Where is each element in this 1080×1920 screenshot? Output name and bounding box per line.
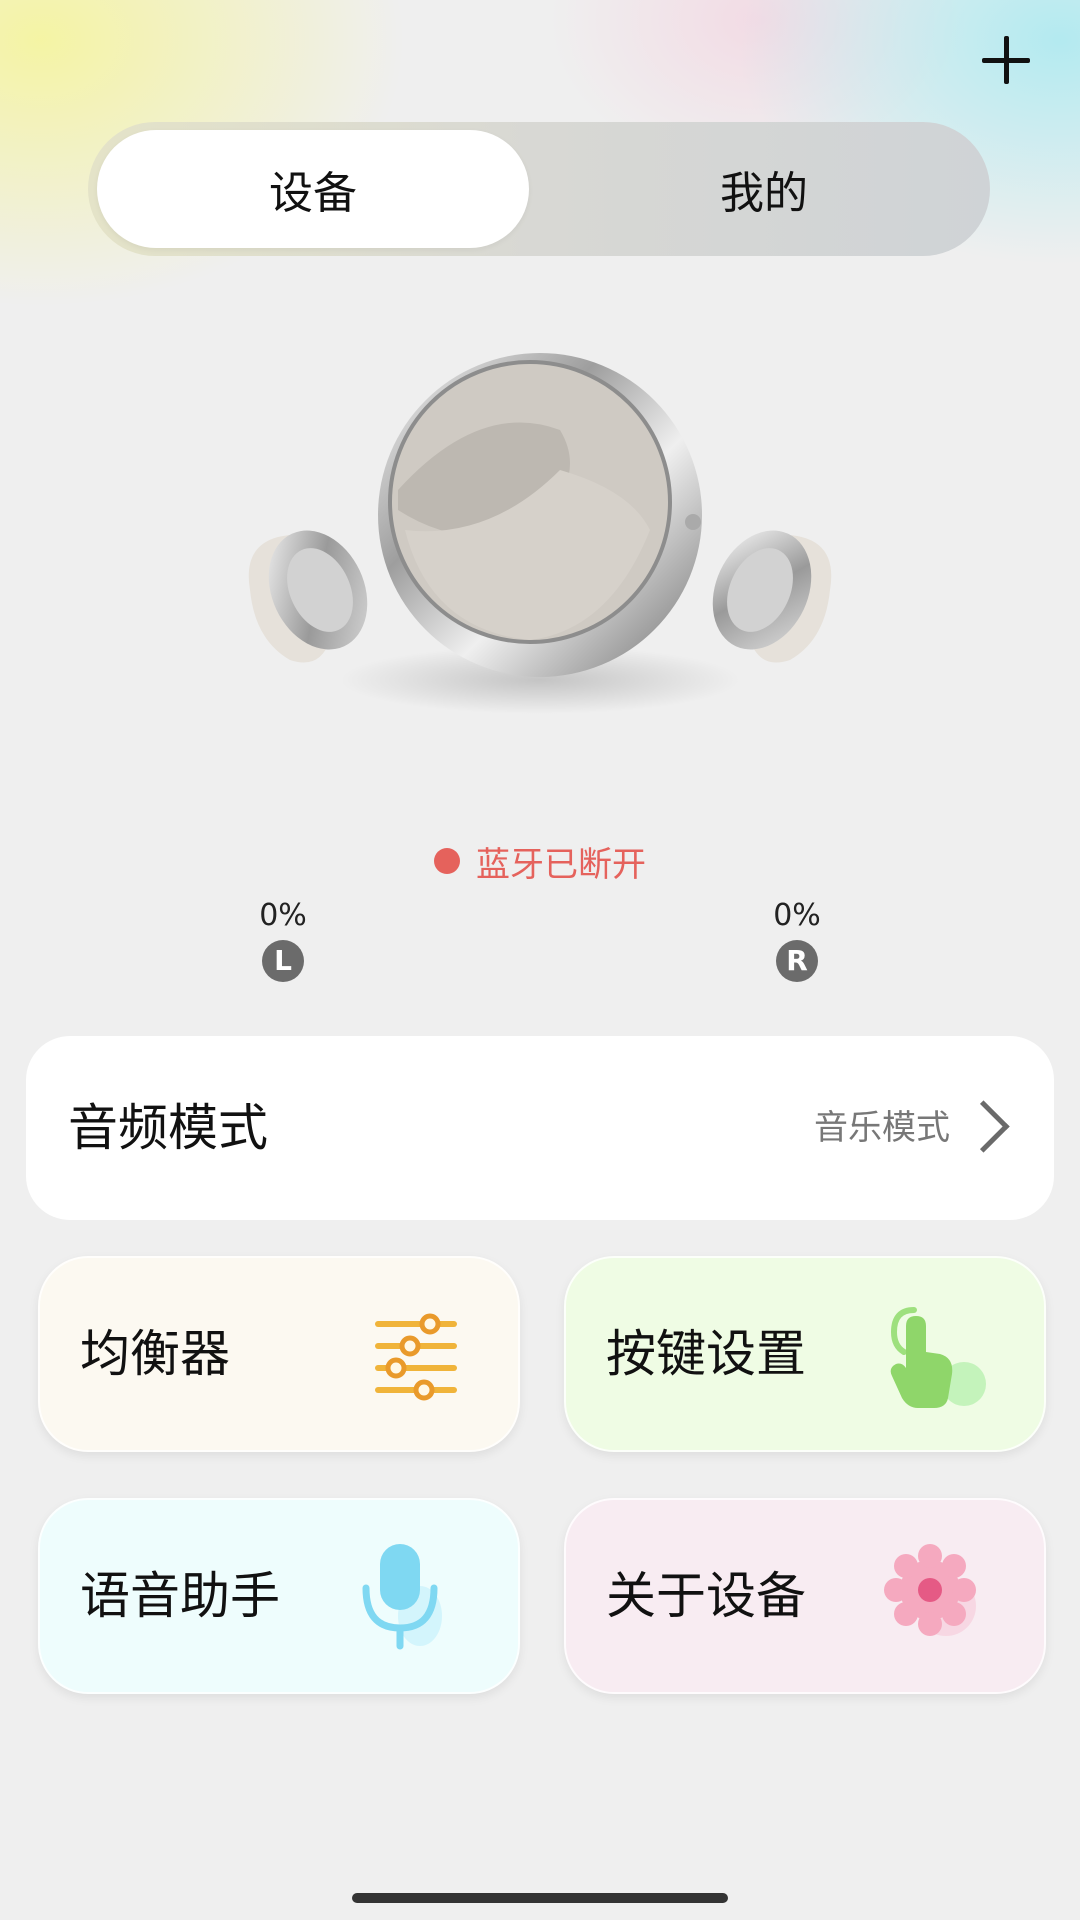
left-earbud-badge: L	[262, 940, 304, 982]
voice-assistant-label: 语音助手	[80, 1567, 280, 1625]
audio-mode-label: 音频模式	[68, 1099, 268, 1157]
earbuds-product-image	[248, 353, 832, 714]
right-battery: 0% R	[737, 896, 857, 982]
bluetooth-status-text: 蓝牙已断开	[476, 844, 646, 885]
audio-mode-row[interactable]: 音频模式 音乐模式	[26, 1036, 1054, 1220]
key-settings-button[interactable]: 按键设置	[564, 1256, 1046, 1452]
status-dot-icon	[434, 848, 460, 874]
equalizer-label: 均衡器	[80, 1325, 230, 1383]
left-battery: 0% L	[223, 896, 343, 982]
audio-mode-value: 音乐模式	[814, 1108, 950, 1148]
home-indicator[interactable]	[352, 1893, 728, 1903]
tab-mine[interactable]: 我的	[548, 130, 980, 248]
equalizer-icon	[375, 1313, 457, 1401]
right-battery-percent: 0%	[773, 898, 821, 933]
about-device-button[interactable]: 关于设备	[564, 1498, 1046, 1694]
right-earbud-badge: R	[776, 940, 818, 982]
key-settings-label: 按键设置	[606, 1325, 806, 1383]
add-device-button[interactable]	[978, 32, 1034, 88]
gear-icon	[884, 1544, 976, 1636]
microphone-icon	[362, 1544, 442, 1650]
chevron-right-icon	[957, 1100, 1010, 1153]
equalizer-button[interactable]: 均衡器	[38, 1256, 520, 1452]
about-device-label: 关于设备	[606, 1567, 806, 1625]
left-battery-percent: 0%	[259, 898, 307, 933]
voice-assistant-button[interactable]: 语音助手	[38, 1498, 520, 1694]
bluetooth-status: 蓝牙已断开	[0, 836, 1080, 886]
segmented-tabs: 设备 我的	[88, 122, 990, 256]
touch-hand-icon	[890, 1307, 986, 1408]
tab-devices[interactable]: 设备	[97, 130, 529, 248]
